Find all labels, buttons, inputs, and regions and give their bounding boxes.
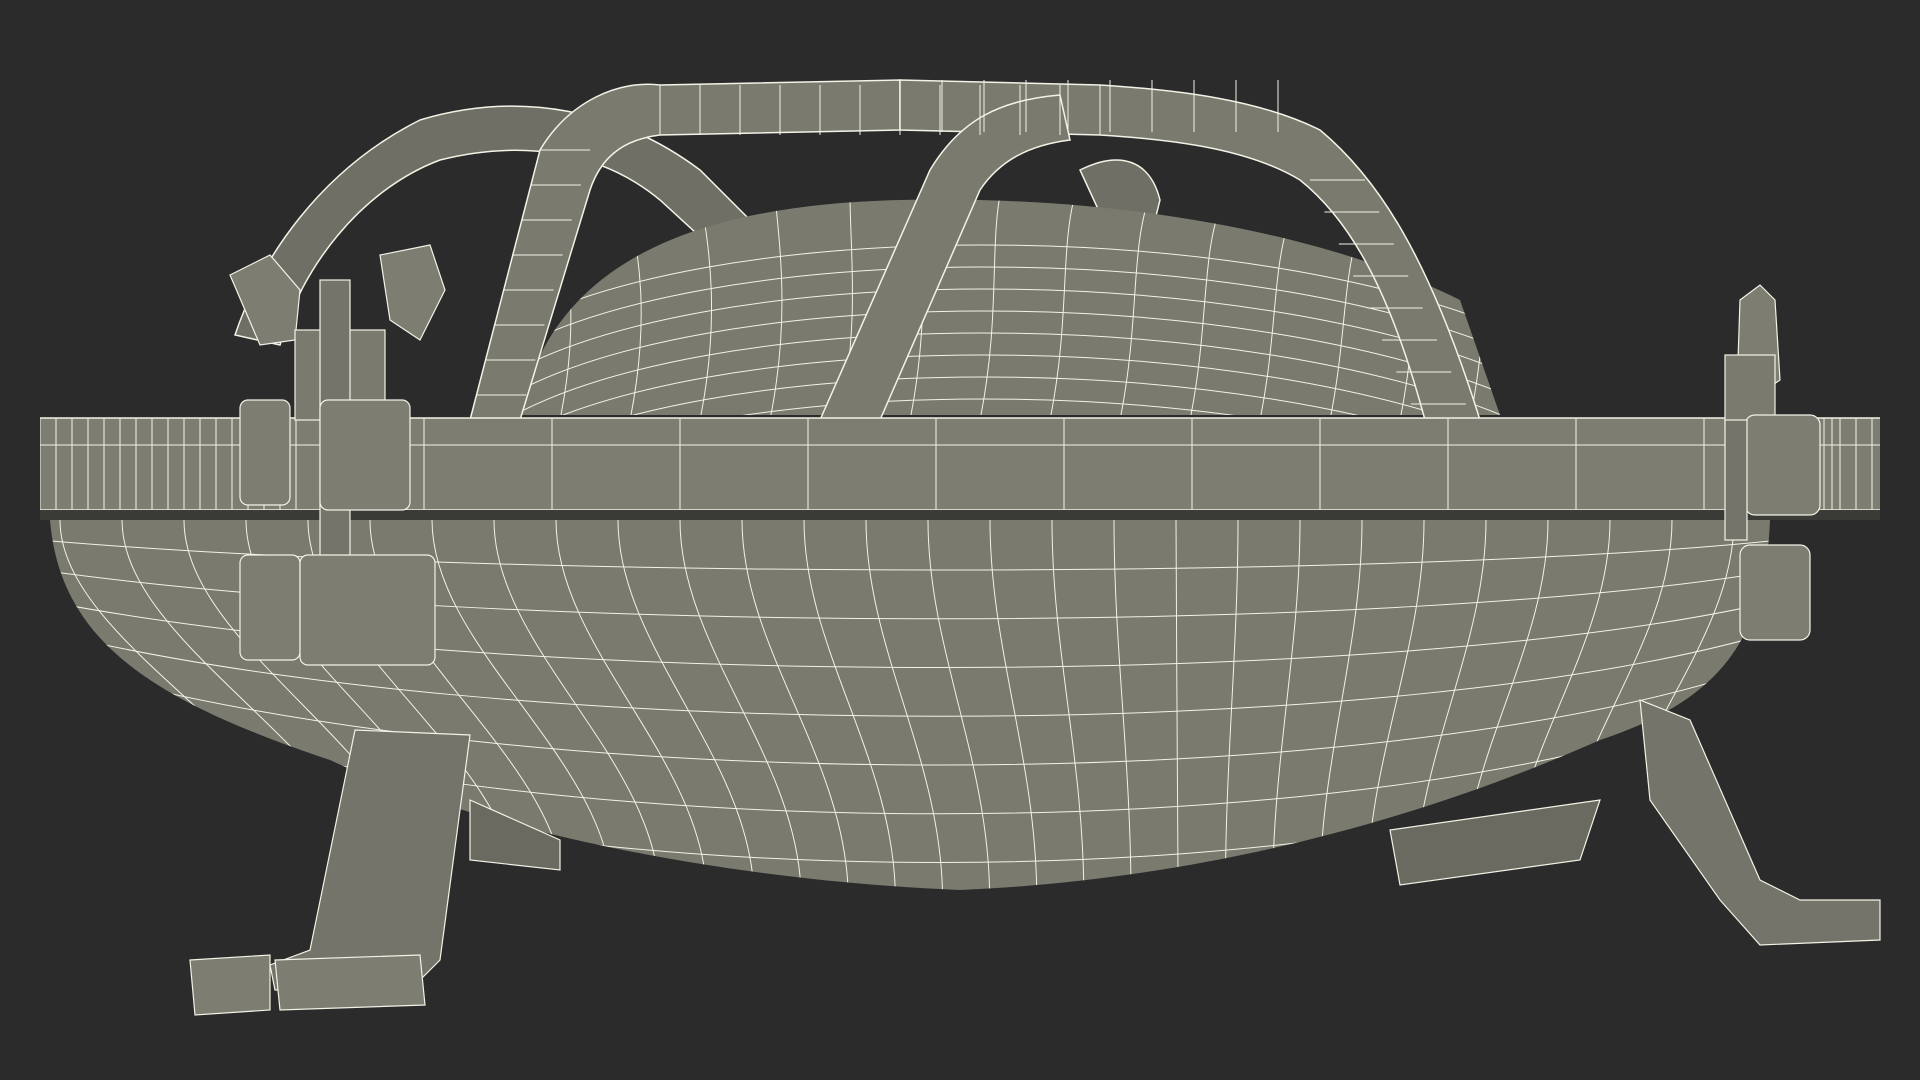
hinge-block-upper-left xyxy=(239,399,291,506)
upper-ring xyxy=(40,417,1880,511)
hinge-block-right-lower xyxy=(1739,544,1811,641)
foot-front-left xyxy=(189,954,271,1016)
ring-seam xyxy=(40,510,1880,520)
foot-front-left-2 xyxy=(274,954,426,1011)
wing-nut-right xyxy=(379,244,446,341)
leg-back-right xyxy=(1389,799,1601,886)
hinge-block-right-upper xyxy=(1744,414,1821,516)
render-viewport xyxy=(0,0,1920,1080)
wireframe-model-render xyxy=(40,79,1881,1016)
leg-front-right xyxy=(1639,699,1881,946)
hinge-block-lower-left xyxy=(239,554,301,661)
hinge-block-upper-right xyxy=(319,399,411,511)
latch-stem-right xyxy=(1724,419,1748,541)
leg-front-left xyxy=(269,729,471,991)
hinge-block-lower-right xyxy=(299,554,436,666)
